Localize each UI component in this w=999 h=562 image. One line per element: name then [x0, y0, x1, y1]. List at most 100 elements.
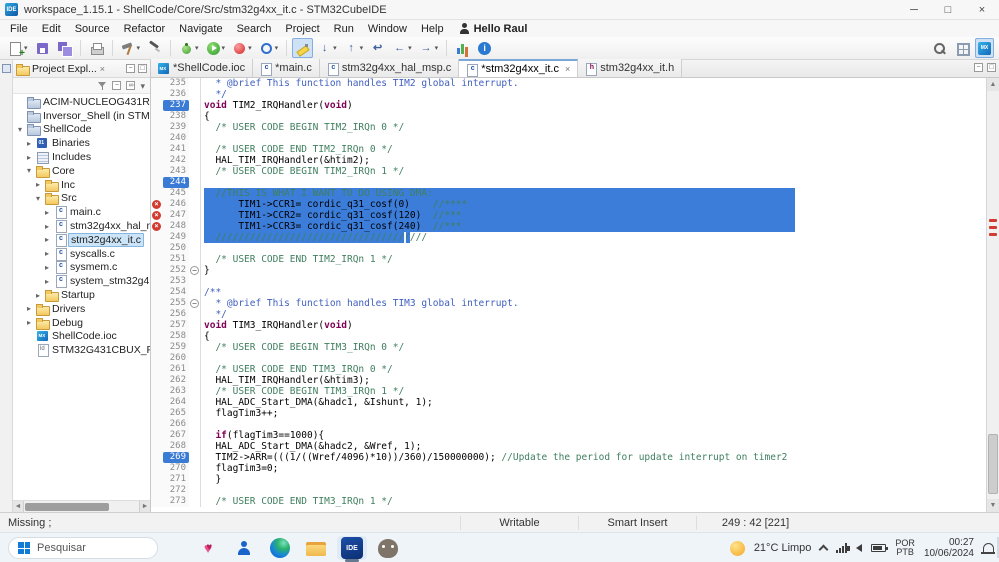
dropdown-arrow-icon[interactable]: ▾	[137, 44, 141, 52]
line-number[interactable]: 266	[163, 419, 189, 430]
code-line-273[interactable]: 273 /* USER CODE END TIM3_IRQn 1 */	[151, 496, 986, 507]
code-line-255[interactable]: 255− * @brief This function handles TIM3…	[151, 298, 986, 309]
tray-chevron-up-icon[interactable]	[819, 545, 829, 555]
line-number[interactable]: 241	[163, 144, 189, 155]
scroll-up-arrow-icon[interactable]: ▲	[987, 78, 999, 91]
code-line-251[interactable]: 251 /* USER CODE END TIM2_IRQn 1 */	[151, 254, 986, 265]
tree-item-system-stm32g4[interactable]: ▸system_stm32g4...	[13, 274, 150, 288]
next-annotation-button[interactable]: ↓▾	[314, 38, 340, 58]
windows-logo-icon[interactable]	[18, 542, 30, 554]
scrollbar-thumb[interactable]	[988, 434, 998, 494]
tree-item-drivers[interactable]: ▸Drivers	[13, 302, 150, 316]
line-number[interactable]: 235	[163, 78, 189, 89]
code-line-261[interactable]: 261 /* USER CODE END TIM3_IRQn 0 */	[151, 364, 986, 375]
dropdown-arrow-icon[interactable]: ▾	[435, 44, 439, 52]
code-line-236[interactable]: 236 */	[151, 89, 986, 100]
overview-error-mark[interactable]	[989, 219, 997, 222]
tree-item-src[interactable]: ▾Src	[13, 192, 150, 206]
code-line-241[interactable]: 241 /* USER CODE END TIM2_IRQn 0 */	[151, 144, 986, 155]
tree-open-arrow-icon[interactable]: ▾	[16, 125, 24, 134]
cubeide-perspective-button[interactable]: MX	[975, 38, 994, 58]
view-menu-icon[interactable]: ▾	[140, 79, 145, 93]
taskbar-app-gimp[interactable]	[373, 536, 403, 560]
profile-button[interactable]: ▾	[229, 38, 255, 58]
overview-error-mark[interactable]	[989, 233, 997, 236]
tree-closed-arrow-icon[interactable]: ▸	[43, 208, 51, 217]
line-number[interactable]: 246	[163, 199, 189, 210]
code-line-250[interactable]: 250	[151, 243, 986, 254]
dropdown-arrow-icon[interactable]: ▾	[248, 44, 252, 52]
run-button[interactable]: ▾	[203, 38, 229, 58]
tree-closed-arrow-icon[interactable]: ▸	[43, 249, 51, 258]
scroll-down-arrow-icon[interactable]: ▼	[987, 499, 999, 512]
code-line-270[interactable]: 270 flagTim3=0;	[151, 463, 986, 474]
code-line-265[interactable]: 265 flagTim3++;	[151, 408, 986, 419]
line-number[interactable]: 273	[163, 496, 189, 507]
line-number[interactable]: 248	[163, 221, 189, 232]
tree-closed-arrow-icon[interactable]: ▸	[34, 180, 42, 189]
menu-project[interactable]: Project	[278, 22, 326, 36]
code-line-262[interactable]: 262 HAL_TIM_IRQHandler(&htim3);	[151, 375, 986, 386]
tree-item-startup[interactable]: ▸Startup	[13, 288, 150, 302]
close-button[interactable]: ×	[965, 0, 999, 19]
code-line-252[interactable]: 252−}	[151, 265, 986, 276]
tree-item-stm32g4xx-hal-m[interactable]: ▸stm32g4xx_hal_m...	[13, 219, 150, 233]
taskbar-search[interactable]: Pesquisar	[8, 537, 158, 559]
scroll-left-arrow-icon[interactable]: ◄	[13, 501, 24, 512]
save-all-button[interactable]	[54, 38, 75, 58]
toggle-mark-occurrences-button[interactable]	[292, 38, 313, 58]
line-number[interactable]: 255	[163, 298, 189, 309]
save-button[interactable]	[32, 38, 53, 58]
editor-vertical-scrollbar[interactable]: ▲ ▼	[986, 78, 999, 512]
close-tab-icon[interactable]: ×	[565, 64, 570, 74]
code-line-263[interactable]: 263 /* USER CODE BEGIN TIM3_IRQn 1 */	[151, 386, 986, 397]
new-button[interactable]: ▾	[5, 38, 31, 58]
code-line-249[interactable]: 249 ////////////////////////////////////…	[151, 232, 986, 243]
line-number[interactable]: 264	[163, 397, 189, 408]
code-line-235[interactable]: 235 * @brief This function handles TIM2 …	[151, 78, 986, 89]
line-number[interactable]: 249	[163, 232, 189, 243]
line-number[interactable]: 250	[163, 243, 189, 254]
tree-closed-arrow-icon[interactable]: ▸	[43, 277, 51, 286]
line-number[interactable]: 237	[163, 100, 189, 111]
maximize-view-icon[interactable]: □	[138, 64, 147, 73]
weather-icon[interactable]	[730, 541, 745, 556]
tree-item-stm32g4xx-it-c[interactable]: ▸stm32g4xx_it.c	[13, 233, 150, 247]
tree-item-debug[interactable]: ▸Debug	[13, 316, 150, 330]
taskbar-app-hearts-app[interactable]: ♥♥	[193, 536, 223, 560]
scroll-right-arrow-icon[interactable]: ►	[139, 501, 150, 512]
explorer-horizontal-scrollbar[interactable]: ◄ ►	[13, 500, 150, 512]
line-number[interactable]: 257	[163, 320, 189, 331]
line-number[interactable]: 243	[163, 166, 189, 177]
project-explorer-title[interactable]: Project Expl...	[32, 63, 97, 75]
battery-icon[interactable]	[871, 544, 886, 552]
line-number[interactable]: 263	[163, 386, 189, 397]
line-number[interactable]: 247	[163, 210, 189, 221]
clock[interactable]: 00:2710/06/2024	[924, 537, 974, 559]
code-line-260[interactable]: 260	[151, 353, 986, 364]
line-number[interactable]: 260	[163, 353, 189, 364]
information-button[interactable]	[474, 38, 495, 58]
editor-tab-main-c[interactable]: *main.c	[253, 59, 320, 77]
line-number[interactable]: 240	[163, 133, 189, 144]
dropdown-arrow-icon[interactable]: ▾	[333, 44, 337, 52]
code-line-244[interactable]: 244	[151, 177, 986, 188]
volume-icon[interactable]	[856, 544, 862, 552]
restore-view-icon[interactable]	[2, 64, 11, 73]
code-line-266[interactable]: 266	[151, 419, 986, 430]
tree-item-binaries[interactable]: ▸Binaries	[13, 136, 150, 150]
code-line-238[interactable]: 238{	[151, 111, 986, 122]
external-tools-button[interactable]: ▾	[256, 38, 282, 58]
scrollbar-thumb[interactable]	[25, 503, 109, 511]
line-number[interactable]: 254	[163, 287, 189, 298]
build-button[interactable]: ▾	[118, 38, 144, 58]
maximize-button[interactable]: □	[931, 0, 965, 19]
print-button[interactable]	[86, 38, 107, 58]
code-line-239[interactable]: 239 /* USER CODE BEGIN TIM2_IRQn 0 */	[151, 122, 986, 133]
tree-item-stm32g431cbux-fl[interactable]: STM32G431CBUX_FL...	[13, 343, 150, 357]
taskbar-app-person-app[interactable]	[229, 536, 259, 560]
editor-tab-shellcode-ioc[interactable]: *ShellCode.ioc	[151, 59, 253, 77]
line-number[interactable]: 252	[163, 265, 189, 276]
menu-run[interactable]: Run	[327, 22, 361, 36]
code-line-254[interactable]: 254/**	[151, 287, 986, 298]
